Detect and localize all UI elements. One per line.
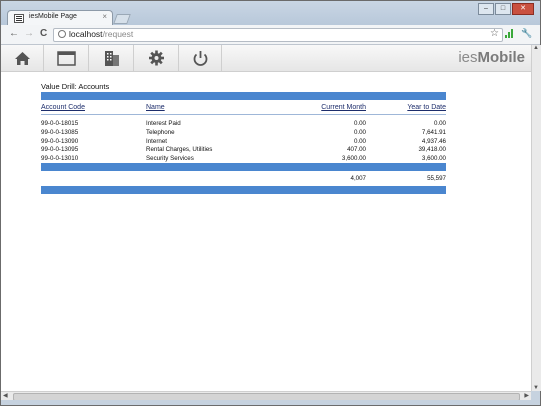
totals-row: 4,007 55,597 <box>41 174 446 183</box>
back-button[interactable]: ← <box>9 28 19 39</box>
cell-code: 99-0-0-13090 <box>41 137 79 145</box>
url-path: /request <box>102 29 134 39</box>
app-toolbar: iesMobile <box>1 45 531 72</box>
subtotal-bar <box>41 162 446 171</box>
page-viewport: iesMobile Value Drill: Accounts Account … <box>1 45 531 391</box>
cell-current: 0.00 <box>353 128 366 136</box>
close-window-button[interactable]: ✕ <box>512 3 534 15</box>
browser-tab[interactable]: iesMobile Page × <box>7 10 113 26</box>
cell-code: 99-0-0-13010 <box>41 155 79 163</box>
window-controls: – □ ✕ <box>477 3 534 15</box>
report: Value Drill: Accounts Account Code Name … <box>41 82 446 194</box>
tab-close-icon[interactable]: × <box>102 12 107 21</box>
reload-button[interactable]: C <box>40 28 47 39</box>
total-current: 4,007 <box>350 174 366 182</box>
cell-code: 99-0-0-13085 <box>41 128 79 136</box>
forward-button[interactable]: → <box>24 28 34 39</box>
maximize-button[interactable]: □ <box>495 3 511 15</box>
vertical-scrollbar[interactable]: ▲ ▼ <box>531 45 541 391</box>
gear-icon <box>149 50 164 66</box>
col-current-month[interactable]: Current Month <box>321 104 366 111</box>
page-info-icon[interactable] <box>58 30 66 38</box>
cell-current: 407.00 <box>347 146 366 154</box>
scroll-up-icon[interactable]: ▲ <box>533 45 539 51</box>
url-host: localhost <box>69 29 103 39</box>
power-icon <box>193 51 208 66</box>
cell-ytd: 0.00 <box>433 120 446 127</box>
table-row[interactable]: 99-0-0-13095 Rental Charges, Utilities 4… <box>41 145 446 154</box>
table-row[interactable]: 99-0-0-18015 Interest Paid 0.00 0.00 <box>41 119 446 128</box>
cell-current: 0.00 <box>353 137 366 145</box>
cell-name: Telephone <box>146 128 175 136</box>
col-account-code[interactable]: Account Code <box>41 104 85 111</box>
cell-code: 99-0-0-13095 <box>41 146 79 154</box>
building-icon <box>105 51 119 66</box>
cell-ytd: 39,418.00 <box>418 146 446 154</box>
signal-icon <box>505 29 514 38</box>
brand-suffix: Mobile <box>477 49 526 66</box>
minimize-button[interactable]: – <box>478 3 494 15</box>
footer-bar <box>41 185 446 194</box>
brand-logo: iesMobile <box>458 49 525 66</box>
cell-code: 99-0-0-18015 <box>41 120 79 127</box>
cell-ytd: 4,937.46 <box>421 137 446 145</box>
cell-current: 0.00 <box>353 120 366 127</box>
col-year-to-date[interactable]: Year to Date <box>407 104 446 111</box>
power-button[interactable] <box>179 45 222 71</box>
window-button[interactable] <box>44 45 89 71</box>
cell-name: Rental Charges, Utilities <box>146 146 213 154</box>
table-row[interactable]: 99-0-0-13085 Telephone 0.00 7,641.91 <box>41 128 446 137</box>
table-row[interactable]: 99-0-0-13010 Security Services 3,600.00 … <box>41 154 446 163</box>
report-title: Value Drill: Accounts <box>41 82 110 91</box>
url-input[interactable]: localhost/request ☆ <box>53 28 503 42</box>
tab-strip: iesMobile Page × – □ ✕ <box>1 1 540 26</box>
brand-prefix: ies <box>458 49 478 66</box>
cell-name: Security Services <box>146 155 194 163</box>
cell-current: 3,600.00 <box>341 155 366 163</box>
header-bar <box>41 92 446 100</box>
new-tab-button[interactable] <box>113 14 131 24</box>
address-bar: ← → C localhost/request ☆ 🔧 <box>1 25 540 45</box>
cell-ytd: 7,641.91 <box>421 128 446 136</box>
scroll-left-icon[interactable]: ◀ <box>3 392 8 399</box>
home-button[interactable] <box>1 45 44 71</box>
page-icon <box>14 14 24 23</box>
wrench-icon[interactable]: 🔧 <box>521 28 532 39</box>
settings-button[interactable] <box>134 45 179 71</box>
window-bottom-border <box>1 400 540 405</box>
building-button[interactable] <box>89 45 134 71</box>
table-row[interactable]: 99-0-0-13090 Internet 0.00 4,937.46 <box>41 137 446 146</box>
cell-ytd: 3,600.00 <box>421 155 446 163</box>
scroll-right-icon[interactable]: ▶ <box>524 392 529 399</box>
tab-title: iesMobile Page <box>29 13 77 20</box>
table-header: Account Code Name Current Month Year to … <box>41 100 446 115</box>
total-ytd: 55,597 <box>427 174 446 182</box>
url-text: localhost/request <box>69 29 133 39</box>
scroll-down-icon[interactable]: ▼ <box>533 385 539 391</box>
bookmark-star-icon[interactable]: ☆ <box>490 28 499 39</box>
window-icon <box>57 51 76 66</box>
cell-name: Interest Paid <box>146 120 181 127</box>
home-icon <box>15 52 30 65</box>
col-name[interactable]: Name <box>146 104 165 111</box>
cell-name: Internet <box>146 137 167 145</box>
